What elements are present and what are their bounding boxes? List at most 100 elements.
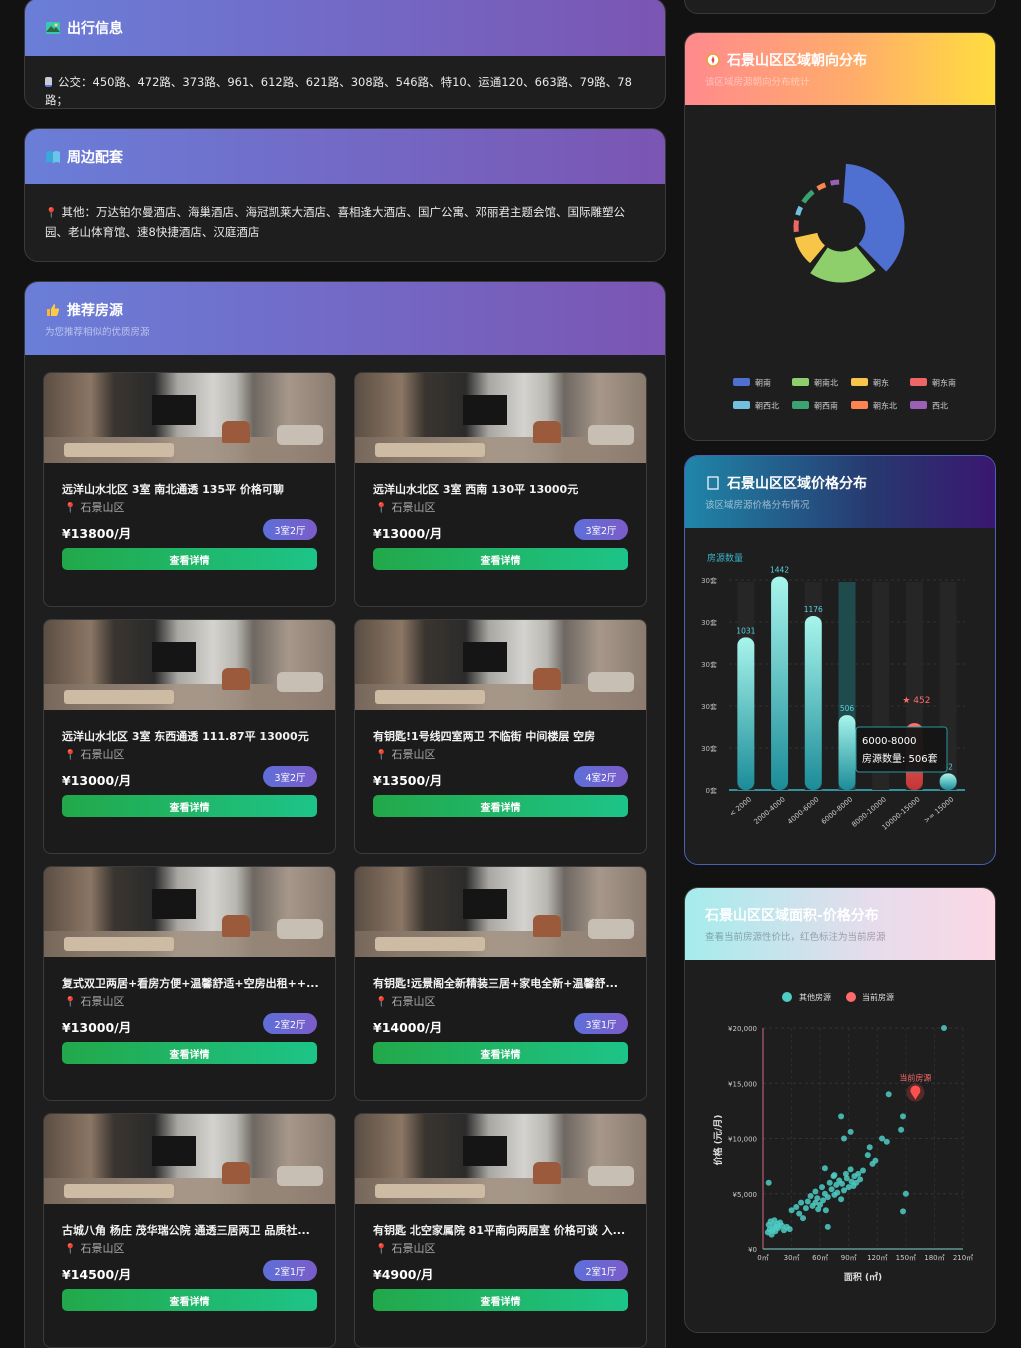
scatter-point[interactable] <box>864 1152 871 1159</box>
legend-label[interactable]: 朝南北 <box>814 378 838 388</box>
listing-card[interactable]: 有钥匙!1号线四室两卫 不临街 中间楼层 空房 📍 石景山区 ¥13500/月 4室2厅… <box>354 619 647 854</box>
scatter-point[interactable] <box>793 1204 800 1210</box>
scatter-point[interactable] <box>812 1199 819 1206</box>
legend-swatch[interactable] <box>792 401 809 409</box>
view-detail-button[interactable]: 查看详情 <box>62 1042 317 1064</box>
legend-current-label[interactable]: 当前房源 <box>862 992 894 1002</box>
legend-current-marker[interactable] <box>846 992 856 1002</box>
scatter-point[interactable] <box>872 1157 879 1164</box>
listing-title[interactable]: 古城八角 杨庄 茂华瑞公院 通透三居两卫 品质社... <box>62 1222 322 1238</box>
orientation-card-header: 石景山区区域朝向分布 该区域房源朝向分布统计 <box>685 33 995 105</box>
listing-title[interactable]: 远洋山水北区 3室 南北通透 135平 价格可聊 <box>62 481 322 497</box>
listing-photo[interactable] <box>355 1114 646 1204</box>
legend-label[interactable]: 朝东南 <box>932 378 956 388</box>
legend-swatch[interactable] <box>910 378 927 386</box>
listing-card[interactable]: 复式双卫两居+看房方便+温馨舒适+空房出租++... 📍 石景山区 ¥13000/月 2… <box>43 866 336 1101</box>
scatter-point[interactable] <box>834 1189 841 1196</box>
scatter-point[interactable] <box>807 1193 814 1199</box>
view-detail-button[interactable]: 查看详情 <box>373 548 628 570</box>
listing-card[interactable]: 远洋山水北区 3室 东西通透 111.87平 13000元 📍 石景山区 ¥13000… <box>43 619 336 854</box>
legend-other-marker[interactable] <box>782 992 792 1002</box>
legend-swatch[interactable] <box>851 401 868 409</box>
view-detail-button[interactable]: 查看详情 <box>373 795 628 817</box>
scatter-point[interactable] <box>800 1215 806 1222</box>
listing-card[interactable]: 远洋山水北区 3室 西南 130平 13000元 📍 石景山区 ¥13000/月 3室2… <box>354 372 647 607</box>
slice-朝西北[interactable] <box>794 204 805 217</box>
bar[interactable] <box>771 576 789 790</box>
scatter-point[interactable] <box>883 1138 890 1145</box>
scatter-point[interactable] <box>765 1179 772 1186</box>
listing-photo[interactable] <box>355 373 646 463</box>
scatter-point[interactable] <box>798 1199 805 1206</box>
listing-photo[interactable] <box>355 620 646 710</box>
scatter-point[interactable] <box>804 1198 811 1205</box>
listing-card[interactable]: 古城八角 杨庄 茂华瑞公院 通透三居两卫 品质社... 📍 石景山区 ¥14500/月… <box>43 1113 336 1348</box>
scatter-point[interactable] <box>831 1172 838 1178</box>
scatter-point[interactable] <box>822 1207 829 1214</box>
scatter-point[interactable] <box>824 1194 831 1201</box>
scatter-point[interactable] <box>819 1184 825 1191</box>
scatter-point[interactable] <box>786 1226 793 1233</box>
legend-swatch[interactable] <box>910 401 927 409</box>
listing-photo[interactable] <box>355 867 646 957</box>
legend-swatch[interactable] <box>733 378 750 386</box>
listing-title[interactable]: 有钥匙!1号线四室两卫 不临街 中间楼层 空房 <box>373 728 633 744</box>
scatter-point[interactable] <box>885 1091 892 1098</box>
scatter-point[interactable] <box>941 1025 947 1031</box>
legend-label[interactable]: 朝南 <box>755 378 771 388</box>
scatter-point[interactable] <box>847 1128 854 1135</box>
legend-swatch[interactable] <box>851 378 868 386</box>
scatter-point[interactable] <box>898 1126 905 1133</box>
legend-label[interactable]: 西北 <box>932 402 948 411</box>
legend-label[interactable]: 朝东 <box>873 378 889 388</box>
scatter-point[interactable] <box>847 1166 854 1173</box>
listing-photo[interactable] <box>44 867 335 957</box>
legend-swatch[interactable] <box>733 401 750 409</box>
view-detail-button[interactable]: 查看详情 <box>62 795 317 817</box>
listing-title[interactable]: 有钥匙 北空家属院 81平南向两居室 价格可谈 入... <box>373 1222 633 1238</box>
slice-朝东南[interactable] <box>792 218 800 234</box>
scatter-point[interactable] <box>838 1113 845 1120</box>
listing-title[interactable]: 有钥匙!远景阁全新精装三居+家电全新+温馨舒... <box>373 975 633 991</box>
scatter-point[interactable] <box>821 1165 828 1172</box>
scatter-point[interactable] <box>802 1205 809 1212</box>
scatter-point[interactable] <box>826 1179 833 1186</box>
scatter-point[interactable] <box>828 1186 835 1193</box>
scatter-point[interactable] <box>902 1190 909 1197</box>
legend-swatch[interactable] <box>792 378 809 386</box>
scatter-point[interactable] <box>857 1176 864 1183</box>
scatter-point[interactable] <box>841 1135 847 1142</box>
scatter-point[interactable] <box>838 1196 845 1203</box>
listing-photo[interactable] <box>44 373 335 463</box>
legend-other-label[interactable]: 其他房源 <box>799 992 831 1002</box>
listing-card[interactable]: 有钥匙!远景阁全新精装三居+家电全新+温馨舒... 📍 石景山区 ¥14000/月 3室… <box>354 866 647 1101</box>
scatter-point[interactable] <box>824 1223 831 1230</box>
view-detail-button[interactable]: 查看详情 <box>62 548 317 570</box>
listing-card[interactable]: 有钥匙 北空家属院 81平南向两居室 价格可谈 入... 📍 石景山区 ¥4900/月… <box>354 1113 647 1348</box>
listing-title[interactable]: 远洋山水北区 3室 东西通透 111.87平 13000元 <box>62 728 322 744</box>
scatter-point[interactable] <box>900 1208 906 1215</box>
scatter-point[interactable] <box>839 1180 845 1187</box>
scatter-point[interactable] <box>812 1188 819 1195</box>
listing-title[interactable]: 远洋山水北区 3室 西南 130平 13000元 <box>373 481 633 497</box>
bar[interactable] <box>838 715 856 790</box>
slice-西北[interactable] <box>828 178 841 187</box>
view-detail-button[interactable]: 查看详情 <box>62 1289 317 1311</box>
scatter-point[interactable] <box>866 1144 873 1151</box>
listing-photo[interactable] <box>44 1114 335 1204</box>
view-detail-button[interactable]: 查看详情 <box>373 1042 628 1064</box>
scatter-point[interactable] <box>860 1167 866 1174</box>
scatter-point[interactable] <box>900 1113 906 1120</box>
legend-label[interactable]: 朝西北 <box>755 402 779 411</box>
slice-朝西南[interactable] <box>800 188 816 205</box>
bar[interactable] <box>939 773 957 790</box>
bar[interactable] <box>804 615 822 790</box>
legend-label[interactable]: 朝东北 <box>873 401 897 411</box>
bar[interactable] <box>737 637 755 790</box>
slice-朝东北[interactable] <box>815 181 828 192</box>
listing-title[interactable]: 复式双卫两居+看房方便+温馨舒适+空房出租++... <box>62 975 322 991</box>
view-detail-button[interactable]: 查看详情 <box>373 1289 628 1311</box>
listing-photo[interactable] <box>44 620 335 710</box>
listing-card[interactable]: 远洋山水北区 3室 南北通透 135平 价格可聊 📍 石景山区 ¥13800/月 3室2… <box>43 372 336 607</box>
legend-label[interactable]: 朝西南 <box>814 401 838 411</box>
